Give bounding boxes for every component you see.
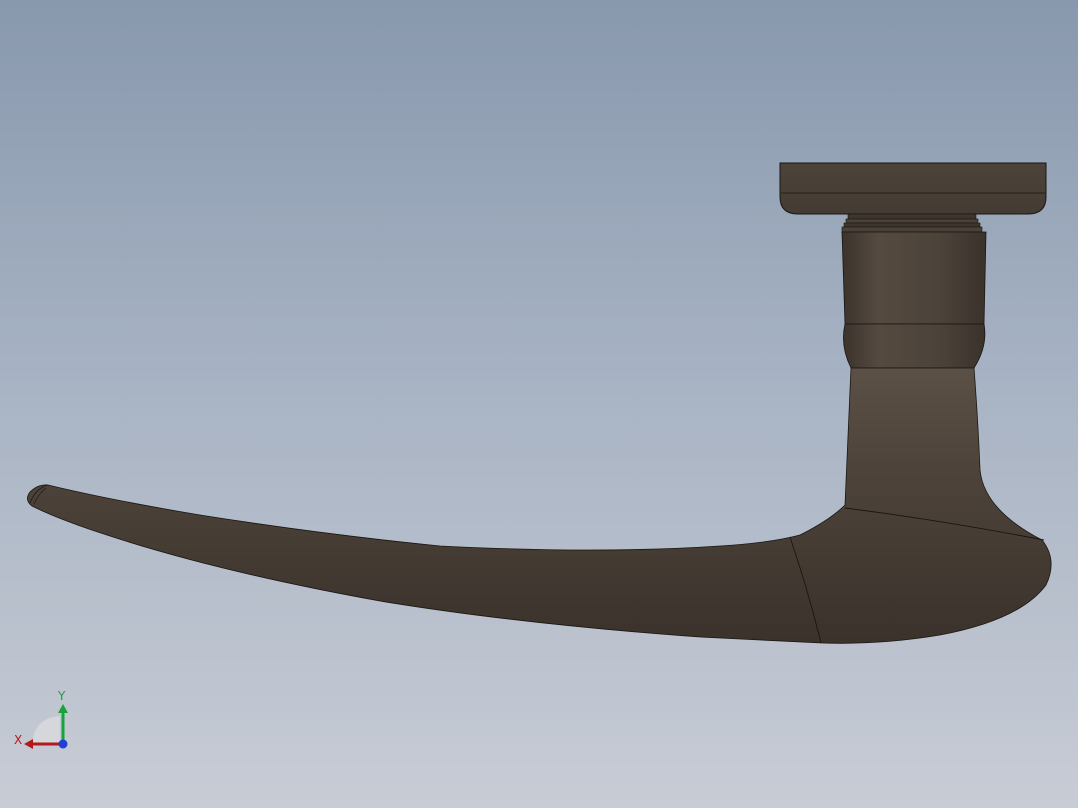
door-handle-model[interactable] (0, 0, 1078, 808)
3d-viewport[interactable]: Y X (0, 0, 1078, 808)
triad-plane (32, 716, 60, 744)
neck-collar (843, 323, 986, 369)
rose-plate (779, 162, 1047, 215)
z-axis-dot (58, 739, 68, 749)
x-axis-arrowhead (24, 739, 33, 749)
y-axis-arrowhead (58, 704, 68, 713)
y-axis-label: Y (57, 689, 66, 703)
spacer-rings (841, 213, 983, 233)
x-axis-label: X (14, 733, 22, 747)
axis-triad: Y X (14, 689, 68, 749)
lever-arm (27, 367, 1052, 644)
neck-upper (841, 231, 987, 325)
